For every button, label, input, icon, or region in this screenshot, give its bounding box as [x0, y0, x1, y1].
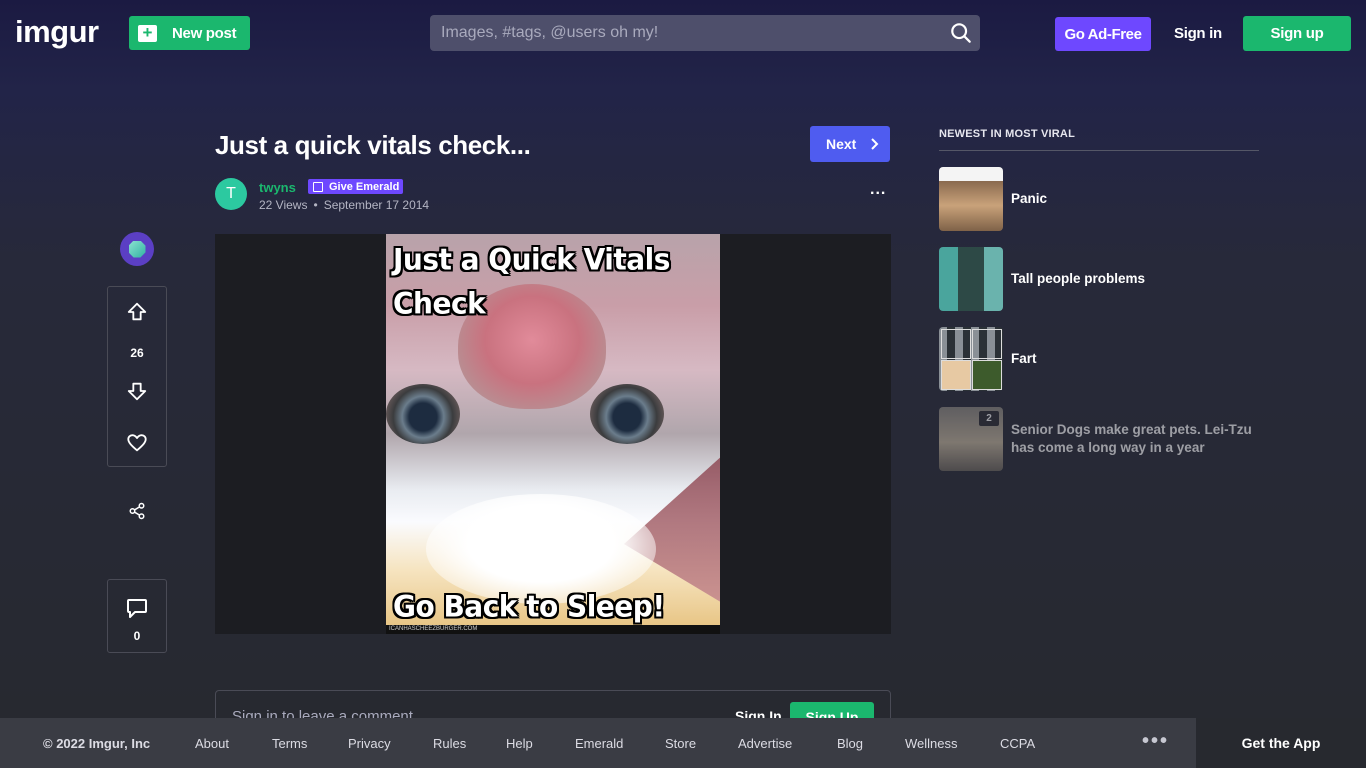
- downvote-icon[interactable]: [126, 380, 148, 402]
- sign-up-button[interactable]: Sign up: [1243, 16, 1351, 51]
- post-image[interactable]: Just a Quick Vitals Check Go Back to Sle…: [386, 234, 720, 634]
- footer-link-ccpa[interactable]: CCPA: [1000, 736, 1035, 751]
- sidebar-heading: NEWEST IN MOST VIRAL: [939, 128, 1075, 140]
- meme-caption-top: Just a Quick Vitals Check: [393, 242, 670, 321]
- search-bar: [430, 15, 980, 51]
- footer-link-emerald[interactable]: Emerald: [575, 736, 623, 751]
- gift-icon: [313, 182, 323, 192]
- share-icon[interactable]: [128, 502, 146, 520]
- image-count-badge: 2: [979, 411, 999, 426]
- next-post-button[interactable]: Next: [810, 126, 890, 162]
- footer-link-help[interactable]: Help: [506, 736, 533, 751]
- get-the-app-button[interactable]: Get the App: [1196, 718, 1366, 768]
- post-meta: 22 Views • September 17 2014: [259, 198, 429, 212]
- sidebar-post-item[interactable]: 2 Senior Dogs make great pets. Lei-Tzu h…: [939, 407, 1259, 471]
- footer-link-privacy[interactable]: Privacy: [348, 736, 391, 751]
- footer-copyright: © 2022 Imgur, Inc: [43, 736, 151, 751]
- sign-in-link[interactable]: Sign in: [1174, 25, 1222, 42]
- post-title: Just a quick vitals check...: [215, 130, 531, 160]
- vote-panel: 26: [107, 286, 167, 467]
- comment-count: 0: [133, 629, 141, 643]
- sidebar-post-title: Fart: [1011, 351, 1037, 366]
- imgur-logo[interactable]: imgur: [15, 14, 99, 50]
- footer-more-icon[interactable]: •••: [1142, 730, 1169, 753]
- heart-icon[interactable]: [126, 432, 148, 454]
- meme-caption-bottom: Go Back to Sleep!: [393, 589, 665, 624]
- cat-eye-right: [590, 384, 664, 444]
- meta-separator: •: [313, 198, 318, 212]
- go-ad-free-button[interactable]: Go Ad-Free: [1055, 17, 1151, 51]
- footer-link-wellness[interactable]: Wellness: [905, 736, 958, 751]
- comic-panel: [941, 329, 971, 359]
- sidebar-divider: [939, 150, 1259, 151]
- comic-panel: [972, 329, 1002, 359]
- comments-panel[interactable]: 0: [107, 579, 167, 653]
- chevron-right-icon: [871, 138, 879, 150]
- post-thumbnail: [939, 167, 1003, 231]
- plus-icon: +: [138, 24, 157, 42]
- footer-link-store[interactable]: Store: [665, 736, 696, 751]
- sidebar-post-item[interactable]: Fart: [939, 327, 1259, 391]
- comic-panel: [972, 360, 1002, 390]
- give-emerald-label: Give Emerald: [329, 181, 400, 193]
- new-post-button[interactable]: + New post: [129, 16, 250, 50]
- view-count: 22 Views: [259, 198, 308, 212]
- author-username[interactable]: twyns: [259, 180, 296, 195]
- more-options-icon[interactable]: ...: [870, 182, 888, 202]
- comment-bubble-icon: [127, 599, 147, 618]
- post-thumbnail: [939, 247, 1003, 311]
- sidebar-post-item[interactable]: Panic: [939, 167, 1259, 231]
- footer-link-blog[interactable]: Blog: [837, 736, 863, 751]
- footer-link-advertise[interactable]: Advertise: [738, 736, 792, 751]
- comic-panel: [941, 360, 971, 390]
- top-header: imgur + New post Go Ad-Free Sign in Sign…: [0, 0, 1366, 68]
- cat-eye-left: [386, 384, 460, 444]
- next-label: Next: [826, 136, 857, 152]
- vote-count: 26: [130, 346, 144, 360]
- footer-link-about[interactable]: About: [195, 736, 229, 751]
- footer-link-rules[interactable]: Rules: [433, 736, 466, 751]
- footer: © 2022 Imgur, Inc About Terms Privacy Ru…: [0, 718, 1366, 768]
- search-icon[interactable]: [950, 22, 972, 44]
- post-media: Just a Quick Vitals Check Go Back to Sle…: [215, 234, 891, 634]
- sidebar-post-item[interactable]: Tall people problems: [939, 247, 1259, 311]
- sidebar-post-title: Tall people problems: [1011, 271, 1146, 286]
- image-watermark: ICANHASCHEEZBURGER.COM: [386, 625, 720, 634]
- emerald-gem-icon: [128, 240, 146, 258]
- footer-link-terms[interactable]: Terms: [272, 736, 307, 751]
- post-thumbnail: [939, 327, 1003, 391]
- post-thumbnail: 2: [939, 407, 1003, 471]
- emerald-icon[interactable]: [120, 232, 154, 266]
- search-input[interactable]: [430, 15, 930, 51]
- give-emerald-button[interactable]: Give Emerald: [308, 179, 404, 194]
- post-date: September 17 2014: [323, 198, 430, 212]
- author-avatar[interactable]: T: [215, 178, 247, 210]
- sidebar-post-title: Senior Dogs make great pets. Lei-Tzu has…: [1011, 422, 1252, 455]
- new-post-label: New post: [172, 24, 237, 42]
- upvote-icon[interactable]: [126, 301, 148, 323]
- sidebar-post-title: Panic: [1011, 191, 1048, 206]
